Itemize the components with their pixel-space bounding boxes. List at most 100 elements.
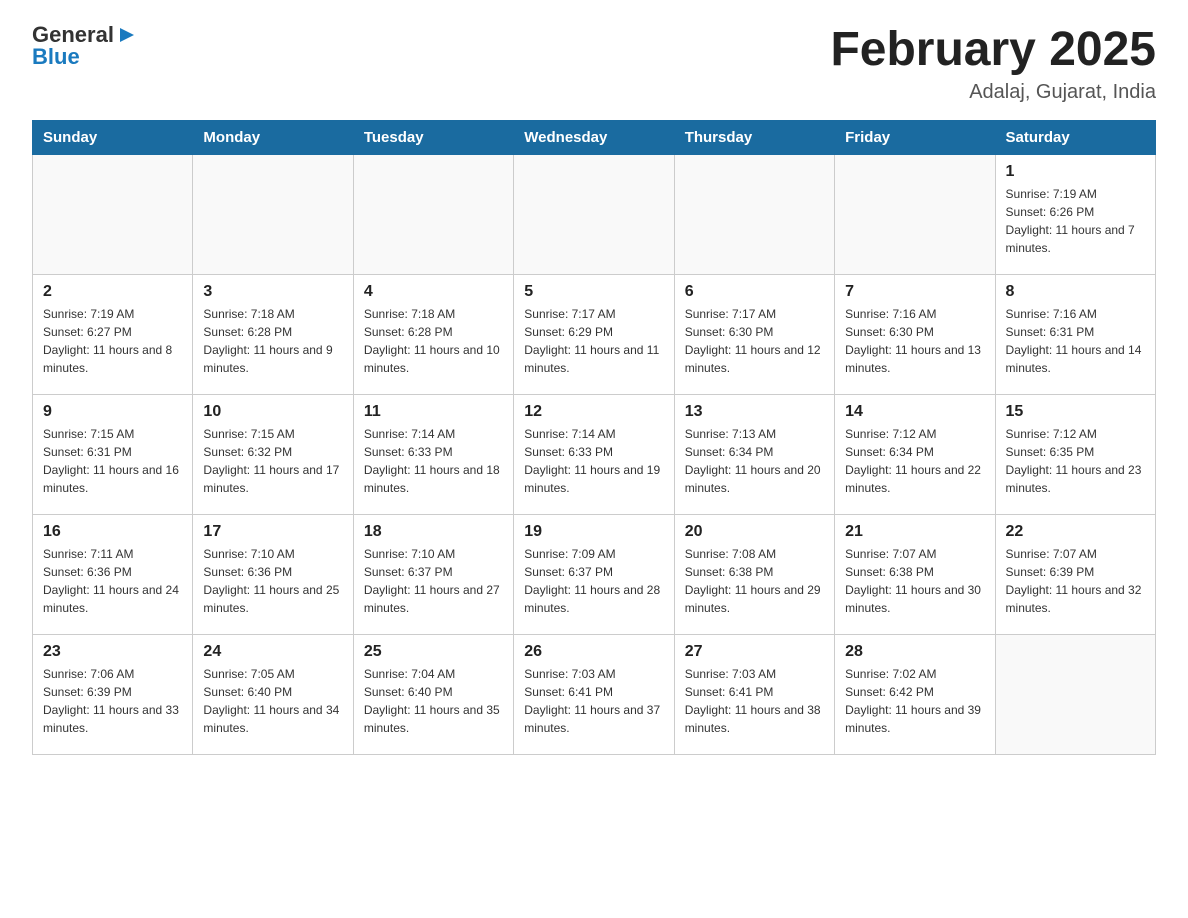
calendar-title: February 2025 <box>830 24 1156 77</box>
calendar-header: Sunday Monday Tuesday Wednesday Thursday… <box>33 120 1156 154</box>
day-info: Sunrise: 7:13 AMSunset: 6:34 PMDaylight:… <box>685 425 824 497</box>
logo: General Blue <box>32 24 138 69</box>
day-number: 9 <box>43 403 182 421</box>
calendar-body: 1 Sunrise: 7:19 AMSunset: 6:26 PMDaylight… <box>33 154 1156 754</box>
calendar-subtitle: Adalaj, Gujarat, India <box>830 81 1156 104</box>
day-info: Sunrise: 7:19 AMSunset: 6:26 PMDaylight:… <box>1006 185 1145 257</box>
calendar-cell <box>514 154 674 274</box>
logo-text-block: General Blue <box>32 24 138 69</box>
day-number: 24 <box>203 643 342 661</box>
calendar-cell <box>835 154 995 274</box>
day-number: 8 <box>1006 283 1145 301</box>
day-number: 15 <box>1006 403 1145 421</box>
day-number: 12 <box>524 403 663 421</box>
day-info: Sunrise: 7:06 AMSunset: 6:39 PMDaylight:… <box>43 665 182 737</box>
day-number: 10 <box>203 403 342 421</box>
calendar-cell: 22 Sunrise: 7:07 AMSunset: 6:39 PMDayligh… <box>995 514 1155 634</box>
day-info: Sunrise: 7:14 AMSunset: 6:33 PMDaylight:… <box>524 425 663 497</box>
day-number: 6 <box>685 283 824 301</box>
title-block: February 2025 Adalaj, Gujarat, India <box>830 24 1156 104</box>
calendar-cell: 19 Sunrise: 7:09 AMSunset: 6:37 PMDayligh… <box>514 514 674 634</box>
calendar-cell <box>33 154 193 274</box>
calendar-cell: 16 Sunrise: 7:11 AMSunset: 6:36 PMDayligh… <box>33 514 193 634</box>
day-info: Sunrise: 7:09 AMSunset: 6:37 PMDaylight:… <box>524 545 663 617</box>
day-number: 28 <box>845 643 984 661</box>
calendar-cell: 27 Sunrise: 7:03 AMSunset: 6:41 PMDayligh… <box>674 634 834 754</box>
day-info: Sunrise: 7:17 AMSunset: 6:29 PMDaylight:… <box>524 305 663 377</box>
day-number: 22 <box>1006 523 1145 541</box>
calendar-cell: 11 Sunrise: 7:14 AMSunset: 6:33 PMDayligh… <box>353 394 513 514</box>
week-row-3: 9 Sunrise: 7:15 AMSunset: 6:31 PMDaylight… <box>33 394 1156 514</box>
day-info: Sunrise: 7:16 AMSunset: 6:30 PMDaylight:… <box>845 305 984 377</box>
calendar-cell: 20 Sunrise: 7:08 AMSunset: 6:38 PMDayligh… <box>674 514 834 634</box>
day-info: Sunrise: 7:11 AMSunset: 6:36 PMDaylight:… <box>43 545 182 617</box>
calendar-cell: 12 Sunrise: 7:14 AMSunset: 6:33 PMDayligh… <box>514 394 674 514</box>
calendar-cell: 8 Sunrise: 7:16 AMSunset: 6:31 PMDaylight… <box>995 274 1155 394</box>
calendar-cell: 6 Sunrise: 7:17 AMSunset: 6:30 PMDaylight… <box>674 274 834 394</box>
week-row-1: 1 Sunrise: 7:19 AMSunset: 6:26 PMDaylight… <box>33 154 1156 274</box>
calendar-cell <box>353 154 513 274</box>
calendar-cell: 26Sunrise: 7:03 AMSunset: 6:41 PMDayligh… <box>514 634 674 754</box>
day-number: 1 <box>1006 163 1145 181</box>
day-number: 7 <box>845 283 984 301</box>
week-row-5: 23Sunrise: 7:06 AMSunset: 6:39 PMDayligh… <box>33 634 1156 754</box>
calendar-cell <box>674 154 834 274</box>
day-number: 2 <box>43 283 182 301</box>
week-row-2: 2 Sunrise: 7:19 AMSunset: 6:27 PMDaylight… <box>33 274 1156 394</box>
calendar-cell: 7 Sunrise: 7:16 AMSunset: 6:30 PMDaylight… <box>835 274 995 394</box>
day-info: Sunrise: 7:12 AMSunset: 6:35 PMDaylight:… <box>1006 425 1145 497</box>
day-number: 17 <box>203 523 342 541</box>
calendar-cell: 9 Sunrise: 7:15 AMSunset: 6:31 PMDaylight… <box>33 394 193 514</box>
calendar-cell: 13 Sunrise: 7:13 AMSunset: 6:34 PMDayligh… <box>674 394 834 514</box>
day-info: Sunrise: 7:03 AMSunset: 6:41 PMDaylight:… <box>685 665 824 737</box>
calendar-cell: 21Sunrise: 7:07 AMSunset: 6:38 PMDayligh… <box>835 514 995 634</box>
calendar-cell: 24 Sunrise: 7:05 AMSunset: 6:40 PMDayligh… <box>193 634 353 754</box>
day-info: Sunrise: 7:19 AMSunset: 6:27 PMDaylight:… <box>43 305 182 377</box>
day-number: 5 <box>524 283 663 301</box>
day-number: 27 <box>685 643 824 661</box>
logo-blue: Blue <box>32 44 80 69</box>
day-number: 4 <box>364 283 503 301</box>
calendar-cell: 23Sunrise: 7:06 AMSunset: 6:39 PMDayligh… <box>33 634 193 754</box>
calendar-cell: 14Sunrise: 7:12 AMSunset: 6:34 PMDayligh… <box>835 394 995 514</box>
calendar-cell: 4 Sunrise: 7:18 AMSunset: 6:28 PMDaylight… <box>353 274 513 394</box>
day-info: Sunrise: 7:07 AMSunset: 6:38 PMDaylight:… <box>845 545 984 617</box>
day-info: Sunrise: 7:03 AMSunset: 6:41 PMDaylight:… <box>524 665 663 737</box>
day-info: Sunrise: 7:04 AMSunset: 6:40 PMDaylight:… <box>364 665 503 737</box>
week-row-4: 16 Sunrise: 7:11 AMSunset: 6:36 PMDayligh… <box>33 514 1156 634</box>
day-info: Sunrise: 7:08 AMSunset: 6:38 PMDaylight:… <box>685 545 824 617</box>
calendar-cell: 17Sunrise: 7:10 AMSunset: 6:36 PMDayligh… <box>193 514 353 634</box>
day-number: 13 <box>685 403 824 421</box>
day-info: Sunrise: 7:07 AMSunset: 6:39 PMDaylight:… <box>1006 545 1145 617</box>
header-tuesday: Tuesday <box>353 120 513 154</box>
calendar-cell: 25 Sunrise: 7:04 AMSunset: 6:40 PMDayligh… <box>353 634 513 754</box>
header-sunday: Sunday <box>33 120 193 154</box>
day-info: Sunrise: 7:16 AMSunset: 6:31 PMDaylight:… <box>1006 305 1145 377</box>
day-number: 18 <box>364 523 503 541</box>
header-monday: Monday <box>193 120 353 154</box>
day-info: Sunrise: 7:14 AMSunset: 6:33 PMDaylight:… <box>364 425 503 497</box>
header-saturday: Saturday <box>995 120 1155 154</box>
day-info: Sunrise: 7:17 AMSunset: 6:30 PMDaylight:… <box>685 305 824 377</box>
day-number: 19 <box>524 523 663 541</box>
day-number: 16 <box>43 523 182 541</box>
header-thursday: Thursday <box>674 120 834 154</box>
day-info: Sunrise: 7:10 AMSunset: 6:37 PMDaylight:… <box>364 545 503 617</box>
day-info: Sunrise: 7:02 AMSunset: 6:42 PMDaylight:… <box>845 665 984 737</box>
day-info: Sunrise: 7:18 AMSunset: 6:28 PMDaylight:… <box>364 305 503 377</box>
header-wednesday: Wednesday <box>514 120 674 154</box>
day-number: 11 <box>364 403 503 421</box>
page-header: General Blue February 2025 Adalaj, Gujar… <box>32 24 1156 104</box>
header-friday: Friday <box>835 120 995 154</box>
day-info: Sunrise: 7:15 AMSunset: 6:32 PMDaylight:… <box>203 425 342 497</box>
calendar-cell: 5 Sunrise: 7:17 AMSunset: 6:29 PMDaylight… <box>514 274 674 394</box>
calendar-cell: 10 Sunrise: 7:15 AMSunset: 6:32 PMDayligh… <box>193 394 353 514</box>
calendar-table: Sunday Monday Tuesday Wednesday Thursday… <box>32 120 1156 755</box>
logo-triangle-icon <box>116 24 138 46</box>
calendar-cell: 18 Sunrise: 7:10 AMSunset: 6:37 PMDayligh… <box>353 514 513 634</box>
day-number: 25 <box>364 643 503 661</box>
calendar-cell: 3Sunrise: 7:18 AMSunset: 6:28 PMDaylight… <box>193 274 353 394</box>
day-info: Sunrise: 7:05 AMSunset: 6:40 PMDaylight:… <box>203 665 342 737</box>
day-number: 20 <box>685 523 824 541</box>
day-info: Sunrise: 7:15 AMSunset: 6:31 PMDaylight:… <box>43 425 182 497</box>
